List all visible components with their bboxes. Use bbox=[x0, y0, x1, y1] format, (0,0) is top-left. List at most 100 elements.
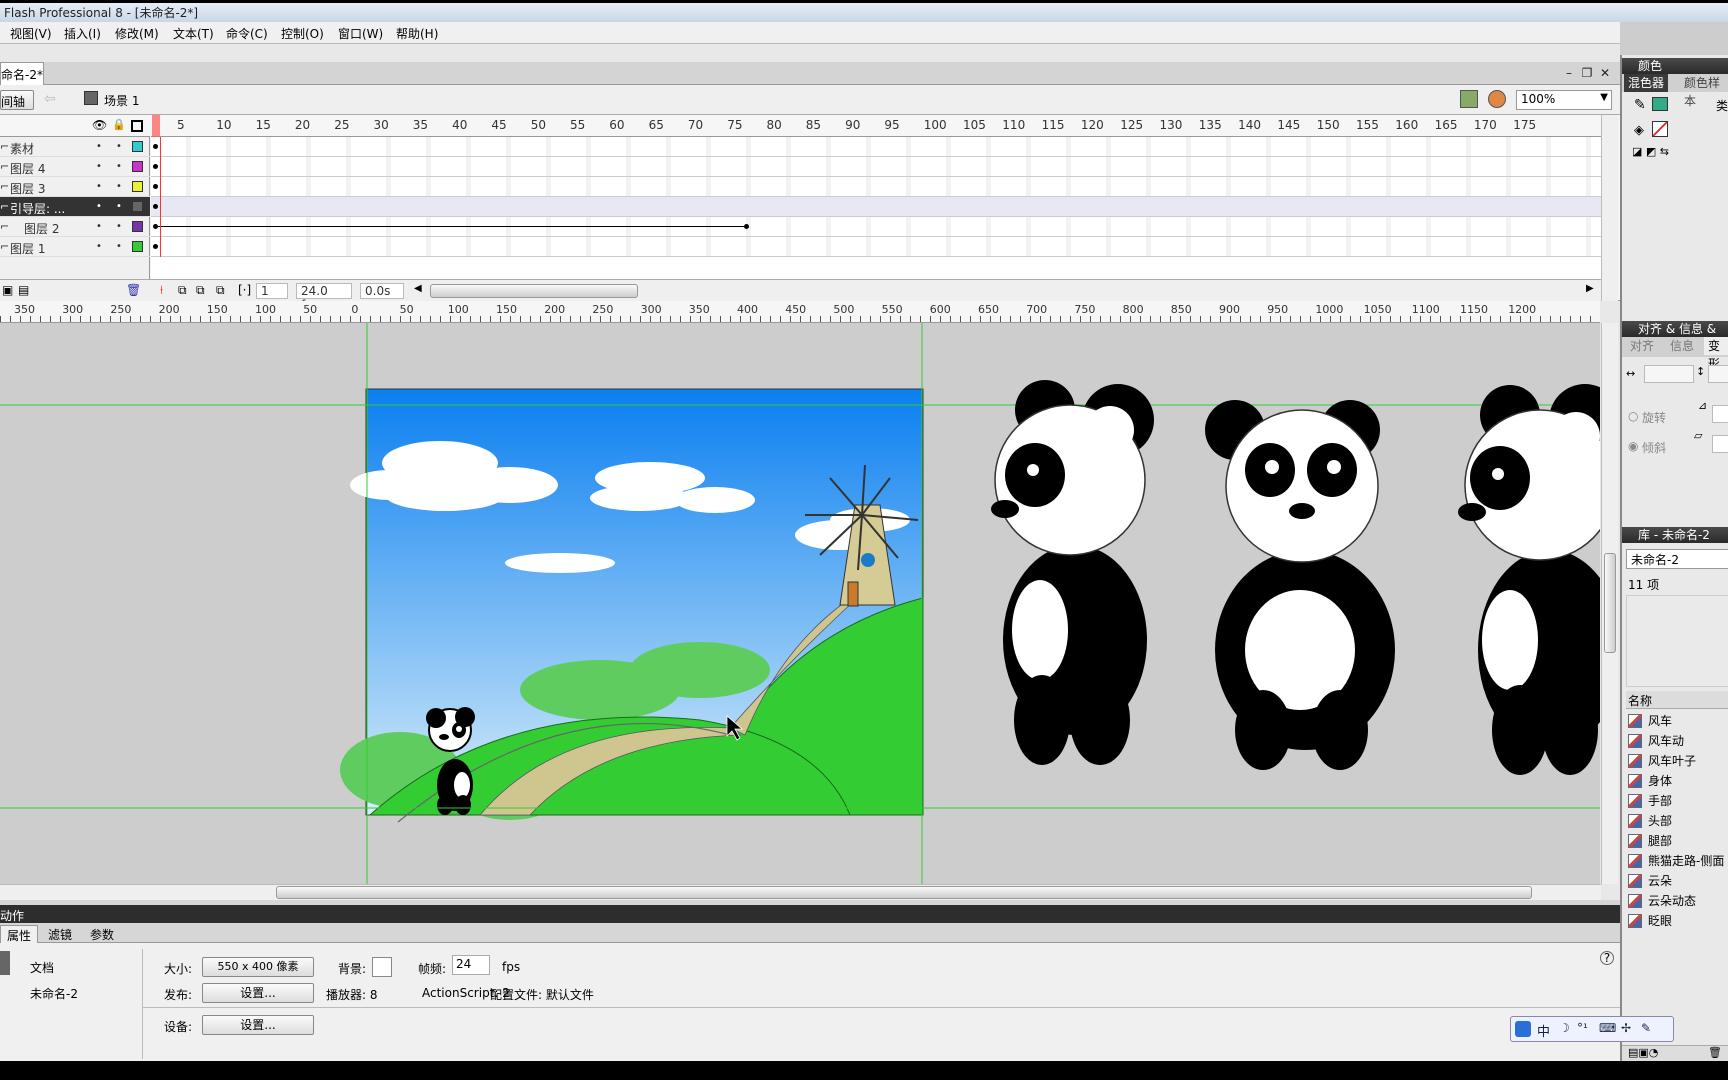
color-panel-header[interactable]: 颜色 bbox=[1622, 58, 1728, 74]
stage-vscroll[interactable] bbox=[1601, 323, 1618, 884]
height-input[interactable] bbox=[1708, 365, 1728, 383]
zoom-select[interactable]: 100% ▼ bbox=[1516, 90, 1612, 110]
menu-text[interactable]: 文本(T) bbox=[173, 25, 214, 42]
markers-icon[interactable]: [·] bbox=[238, 283, 251, 297]
library-item[interactable]: 风车叶子 bbox=[1626, 751, 1728, 771]
layer-row[interactable]: ⌐ 引导层: ... • • bbox=[0, 197, 150, 217]
layer-color-swatch[interactable] bbox=[132, 241, 143, 252]
frame-row[interactable] bbox=[151, 197, 1601, 217]
layer-toggle-dot[interactable]: • bbox=[116, 221, 122, 232]
scroll-right-icon[interactable]: ▶ bbox=[1586, 283, 1594, 294]
fill-icon[interactable]: ◈ bbox=[1634, 123, 1644, 138]
layer-color-swatch[interactable] bbox=[132, 201, 143, 212]
frame-row[interactable] bbox=[151, 217, 1601, 237]
actions-panel-header[interactable]: 动作 bbox=[0, 905, 1620, 923]
frame-row[interactable] bbox=[151, 137, 1601, 157]
rotate-radio-icon[interactable]: ○ bbox=[1628, 409, 1638, 423]
lock-icon[interactable]: 🔒 bbox=[112, 118, 126, 131]
delete-icon[interactable]: 🗑 bbox=[1708, 1046, 1722, 1059]
layer-toggle-dot[interactable]: • bbox=[116, 181, 122, 192]
layer-toggle-dot[interactable]: • bbox=[96, 221, 102, 232]
eye-icon[interactable]: 👁 bbox=[92, 118, 107, 132]
frames-area[interactable]: 5 10 15 20 25 30 35 40 45 50 55 60 65 70 75 80 85 90 95 100… bbox=[151, 115, 1601, 301]
library-item[interactable]: 头部 bbox=[1626, 811, 1728, 831]
document-tab[interactable]: 命名-2* bbox=[0, 62, 44, 85]
layer-row[interactable]: ⌐ 图层 3 • • bbox=[0, 177, 150, 197]
library-item[interactable]: 眨眼 bbox=[1626, 911, 1728, 931]
library-item[interactable]: 云朵 bbox=[1626, 871, 1728, 891]
skew-input[interactable] bbox=[1712, 435, 1728, 453]
rotate-input[interactable] bbox=[1712, 405, 1728, 423]
layer-color-swatch[interactable] bbox=[132, 181, 143, 192]
frame-row[interactable] bbox=[151, 157, 1601, 177]
layer-toggle-dot[interactable]: • bbox=[116, 161, 122, 172]
device-settings-button[interactable]: 设置... bbox=[202, 1015, 314, 1035]
tab-info[interactable]: 信息 bbox=[1666, 337, 1698, 355]
skew-radio-icon[interactable]: ◉ bbox=[1628, 439, 1638, 453]
library-item[interactable]: 风车 bbox=[1626, 711, 1728, 731]
layer-row[interactable]: ⌐ 素材 • • bbox=[0, 137, 150, 157]
ime-half-width-icon[interactable]: ☽ bbox=[1559, 1021, 1570, 1035]
library-item[interactable]: 风车动 bbox=[1626, 731, 1728, 751]
frame-row[interactable] bbox=[151, 177, 1601, 197]
add-layer-icon[interactable]: ▣ bbox=[2, 283, 13, 297]
stage-vscroll-thumb[interactable] bbox=[1604, 553, 1616, 653]
width-input[interactable] bbox=[1644, 365, 1694, 383]
layer-row[interactable]: ⌐ 图层 2 • • bbox=[0, 217, 150, 237]
onion-outline-icon[interactable]: ⧉ bbox=[196, 283, 205, 298]
layer-color-swatch[interactable] bbox=[132, 161, 143, 172]
layer-toggle-dot[interactable]: • bbox=[96, 241, 102, 252]
stage-area[interactable] bbox=[0, 323, 1600, 884]
timeline-vscroll[interactable] bbox=[1601, 115, 1618, 301]
menu-insert[interactable]: 插入(I) bbox=[64, 25, 101, 42]
background-color-swatch[interactable] bbox=[372, 957, 392, 977]
layer-toggle-dot[interactable]: • bbox=[96, 161, 102, 172]
frame-ruler[interactable]: 5 10 15 20 25 30 35 40 45 50 55 60 65 70 75 80 85 90 95 100… bbox=[151, 115, 1601, 137]
framerate-input[interactable]: 24 bbox=[452, 955, 490, 975]
timeline-toggle-button[interactable]: 间轴 bbox=[0, 90, 34, 110]
keyframe[interactable] bbox=[153, 184, 158, 189]
fill-color-swatch[interactable] bbox=[1652, 121, 1668, 137]
menu-view[interactable]: 视图(V) bbox=[10, 25, 52, 42]
ime-keyboard-icon[interactable]: ⌨ bbox=[1599, 1021, 1616, 1035]
keyframe[interactable] bbox=[153, 144, 158, 149]
tab-color-swatches[interactable]: 颜色样本 bbox=[1680, 74, 1728, 108]
layer-toggle-dot[interactable]: • bbox=[96, 141, 102, 152]
menu-control[interactable]: 控制(O) bbox=[281, 25, 324, 42]
swap-colors-icon[interactable]: ◪ ◩ ⇆ bbox=[1632, 145, 1669, 158]
layer-toggle-dot[interactable]: • bbox=[116, 241, 122, 252]
tab-transform[interactable]: 变形 bbox=[1704, 337, 1728, 371]
layer-color-swatch[interactable] bbox=[132, 221, 143, 232]
ime-mode[interactable]: 中 bbox=[1537, 1021, 1550, 1040]
restore-icon[interactable]: ❐ bbox=[1580, 66, 1594, 80]
menu-modify[interactable]: 修改(M) bbox=[115, 25, 159, 42]
keyframe[interactable] bbox=[153, 204, 158, 209]
library-item[interactable]: 腿部 bbox=[1626, 831, 1728, 851]
scroll-left-icon[interactable]: ◀ bbox=[414, 283, 422, 294]
center-frame-icon[interactable]: ⍿ bbox=[160, 283, 163, 298]
keyframe[interactable] bbox=[153, 244, 158, 249]
layer-toggle-dot[interactable]: • bbox=[116, 201, 122, 212]
layer-row[interactable]: ⌐ 图层 1 • • bbox=[0, 237, 150, 257]
ime-tool-icon[interactable]: ✎ bbox=[1641, 1021, 1651, 1035]
frame-row[interactable] bbox=[151, 237, 1601, 257]
stage-canvas[interactable] bbox=[0, 323, 1600, 884]
edit-symbols-icon[interactable] bbox=[1488, 90, 1506, 108]
layer-toggle-dot[interactable]: • bbox=[116, 141, 122, 152]
stroke-color-swatch[interactable] bbox=[1652, 97, 1668, 111]
library-panel-header[interactable]: 库 - 未命名-2 bbox=[1622, 527, 1728, 543]
add-folder-icon[interactable]: ▤ bbox=[18, 283, 29, 297]
tab-color-mixer[interactable]: 混色器 bbox=[1624, 74, 1669, 92]
tab-properties[interactable]: 属性 bbox=[0, 925, 39, 943]
ime-punct-icon[interactable]: °¹ bbox=[1577, 1021, 1588, 1035]
outline-icon[interactable] bbox=[131, 120, 143, 132]
onion-skin-icon[interactable]: ⧉ bbox=[178, 283, 187, 298]
help-icon[interactable]: ? bbox=[1600, 951, 1614, 965]
tab-align[interactable]: 对齐 bbox=[1626, 337, 1658, 355]
publish-settings-button[interactable]: 设置... bbox=[202, 983, 314, 1003]
timeline-hscroll-thumb[interactable] bbox=[430, 284, 638, 298]
playhead[interactable] bbox=[152, 115, 160, 137]
library-item[interactable]: 身体 bbox=[1626, 771, 1728, 791]
layer-row[interactable]: ⌐ 图层 4 • • bbox=[0, 157, 150, 177]
pencil-icon[interactable]: ✎ bbox=[1634, 97, 1646, 113]
